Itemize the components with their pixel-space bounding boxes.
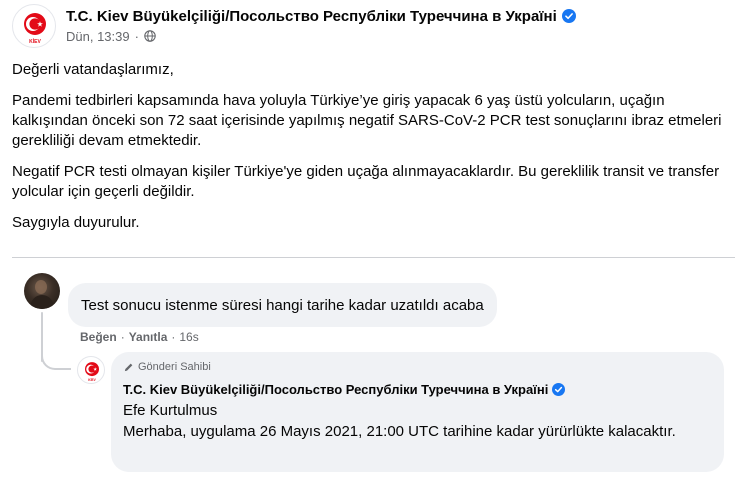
globe-icon[interactable] — [144, 30, 156, 42]
verified-badge-icon — [552, 382, 566, 396]
action-separator: · — [120, 330, 125, 344]
reply-button[interactable]: Yanıtla — [129, 330, 168, 344]
logo-caption: KİEV — [29, 38, 41, 45]
post-body: Değerli vatandaşlarımız, Pandemi tedbirl… — [12, 60, 737, 244]
reply-text: Merhaba, uygulama 26 Mayıs 2021, 21:00 U… — [123, 423, 676, 440]
action-separator: · — [171, 330, 176, 344]
embassy-logo-avatar[interactable]: KİEV — [12, 4, 56, 48]
logo-caption: KİEV — [88, 377, 96, 382]
reply-bubble: Gönderi Sahibi T.C. Kiev Büyükelçiliği/П… — [111, 352, 724, 472]
post-timestamp[interactable]: Dün, 13:39 — [66, 29, 130, 44]
post-meta: Dün, 13:39 · — [66, 28, 156, 44]
tagged-user-link[interactable]: Efe Kurtulmus — [123, 401, 712, 421]
comment-bubble: Test sonucu istenme süresi hangi tarihe … — [68, 283, 497, 327]
reply-author-name[interactable]: T.C. Kiev Büyükelçiliği/Посольство Респу… — [123, 382, 548, 397]
author-badge-label: Gönderi Sahibi — [138, 361, 211, 373]
comment-actions: Beğen · Yanıtla · 16s — [80, 330, 199, 344]
profile-photo — [29, 280, 55, 309]
comments-divider — [12, 257, 735, 258]
post-paragraph: Saygıyla duyurulur. — [12, 214, 140, 231]
page-name-row: T.C. Kiev Büyükelçiliği/Посольство Респу… — [66, 6, 576, 26]
comment-time[interactable]: 16s — [179, 330, 198, 344]
turkish-emblem-icon: KİEV — [24, 13, 46, 45]
author-badge: Gönderi Sahibi — [123, 360, 712, 374]
reply-author-row: T.C. Kiev Büyükelçiliği/Посольство Респу… — [123, 380, 712, 398]
post-paragraph: Değerli vatandaşlarımız, — [12, 61, 174, 78]
post-paragraph: Pandemi tedbirleri kapsamında hava yoluy… — [12, 92, 722, 149]
verified-badge-icon — [561, 9, 576, 23]
post-paragraph: Negatif PCR testi olmayan kişiler Türkiy… — [12, 163, 720, 200]
page-name-link[interactable]: T.C. Kiev Büyükelçiliği/Посольство Респу… — [66, 8, 557, 25]
reply-author-avatar[interactable]: KİEV — [77, 356, 105, 384]
like-button[interactable]: Beğen — [80, 330, 117, 344]
meta-separator: · — [134, 28, 139, 44]
turkish-emblem-icon: KİEV — [85, 362, 99, 382]
thread-curve — [41, 340, 71, 370]
pen-icon — [124, 363, 133, 371]
commenter-avatar[interactable] — [24, 273, 60, 309]
post-header: KİEV T.C. Kiev Büyükelçiliği/Посольство … — [12, 4, 737, 48]
comment-text: Test sonucu istenme süresi hangi tarihe … — [81, 296, 484, 314]
